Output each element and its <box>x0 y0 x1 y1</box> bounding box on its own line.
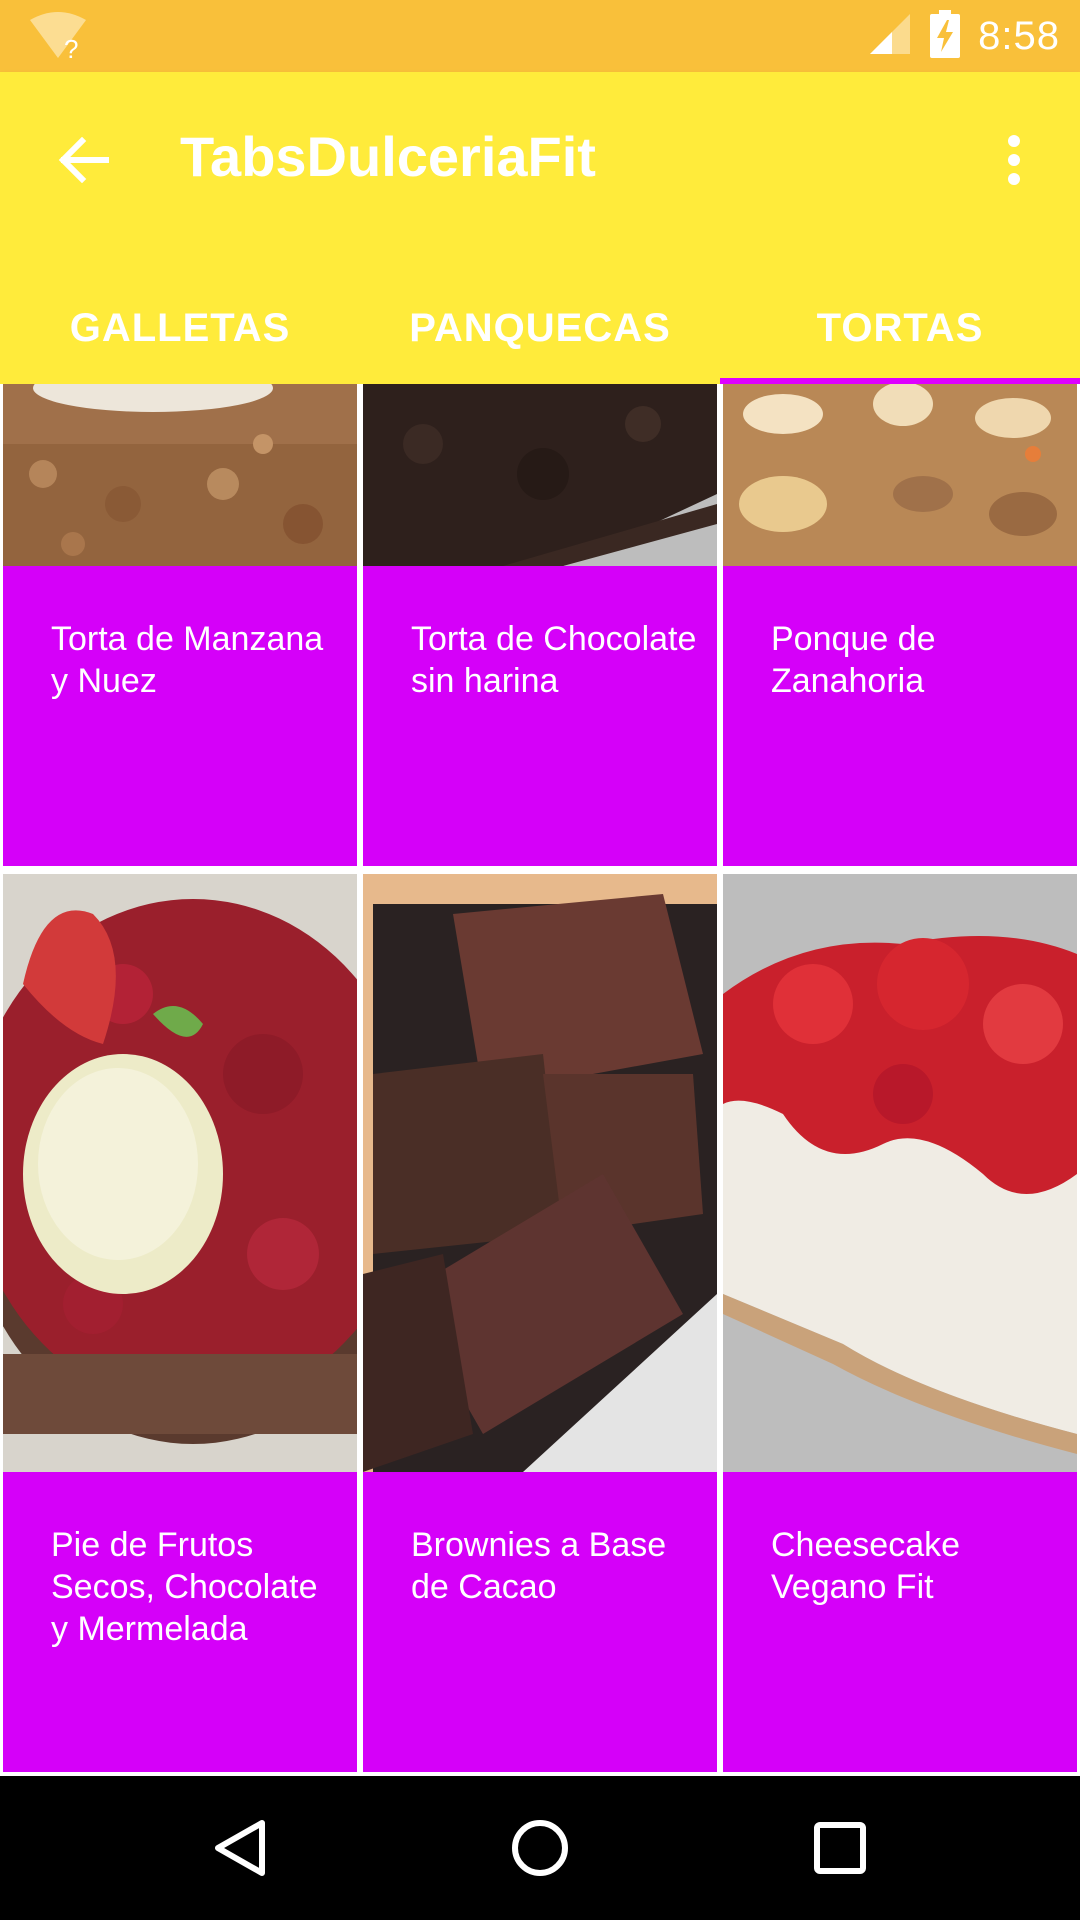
card-title: Torta de Chocolate sin harina <box>411 620 697 700</box>
system-nav-bar <box>0 1776 1080 1920</box>
card-caption: Brownies a Base de Cacao <box>363 1472 717 1772</box>
apple-walnut-cake-image <box>3 384 357 566</box>
arrow-back-icon <box>58 137 109 183</box>
nav-back-button[interactable] <box>200 1808 280 1888</box>
cell-signal-icon <box>868 12 912 61</box>
app-bar: TabsDulceriaFit GALLETAS PANQUECAS TORTA… <box>0 72 1080 384</box>
recipe-card[interactable]: Torta de Chocolate sin harina <box>363 384 717 866</box>
card-title: Pie de Frutos Secos, Chocolate y Mermela… <box>51 1526 318 1648</box>
wifi-unknown-icon: ? <box>28 12 88 64</box>
carrot-cake-image <box>723 384 1077 566</box>
card-caption: Torta de Chocolate sin harina <box>363 566 717 866</box>
card-title: Brownies a Base de Cacao <box>411 1526 667 1606</box>
nut-chocolate-jam-pie-image <box>3 874 357 1472</box>
more-vert-icon <box>1008 135 1020 185</box>
card-caption: Torta de Manzana y Nuez <box>3 566 357 866</box>
card-title: Torta de Manzana y Nuez <box>51 620 324 700</box>
status-time: 8:58 <box>978 13 1060 58</box>
recipe-card[interactable]: Pie de Frutos Secos, Chocolate y Mermela… <box>3 874 357 1772</box>
recipe-card[interactable]: Cheesecake Vegano Fit <box>723 874 1077 1772</box>
home-circle-icon <box>512 1820 568 1876</box>
card-caption: Cheesecake Vegano Fit <box>723 1472 1077 1772</box>
recipe-card[interactable]: Ponque de Zanahoria <box>723 384 1077 866</box>
app-title: TabsDulceriaFit <box>180 125 596 188</box>
nav-recents-button[interactable] <box>800 1808 880 1888</box>
tab-bar: GALLETAS PANQUECAS TORTAS <box>0 272 1080 384</box>
card-caption: Pie de Frutos Secos, Chocolate y Mermela… <box>3 1472 357 1772</box>
card-title: Ponque de Zanahoria <box>771 620 936 700</box>
recipe-grid[interactable]: Torta de Manzana y Nuez Torta de Chocola… <box>0 384 1080 1776</box>
card-title: Cheesecake Vegano Fit <box>771 1526 961 1606</box>
tab-tortas[interactable]: TORTAS <box>720 272 1080 384</box>
cacao-brownies-image <box>363 874 717 1472</box>
back-triangle-icon <box>215 1820 265 1876</box>
recipe-card[interactable]: Brownies a Base de Cacao <box>363 874 717 1772</box>
nav-home-button[interactable] <box>500 1808 580 1888</box>
vegan-cheesecake-image <box>723 874 1077 1472</box>
tab-galletas[interactable]: GALLETAS <box>0 272 360 384</box>
card-caption: Ponque de Zanahoria <box>723 566 1077 866</box>
svg-text:?: ? <box>64 34 78 62</box>
back-button[interactable] <box>44 120 124 200</box>
recipe-card[interactable]: Torta de Manzana y Nuez <box>3 384 357 866</box>
overflow-menu-button[interactable] <box>984 120 1044 200</box>
recents-square-icon <box>814 1822 866 1874</box>
status-bar: ? 8:58 <box>0 0 1080 72</box>
status-icons: 8:58 <box>868 8 1060 64</box>
app-screen: ? 8:58 TabsDulceriaFit GALLETAS PANQUECA… <box>0 0 1080 1920</box>
flourless-chocolate-cake-image <box>363 384 717 566</box>
tab-panquecas[interactable]: PANQUECAS <box>360 272 720 384</box>
battery-charging-icon <box>930 9 961 63</box>
